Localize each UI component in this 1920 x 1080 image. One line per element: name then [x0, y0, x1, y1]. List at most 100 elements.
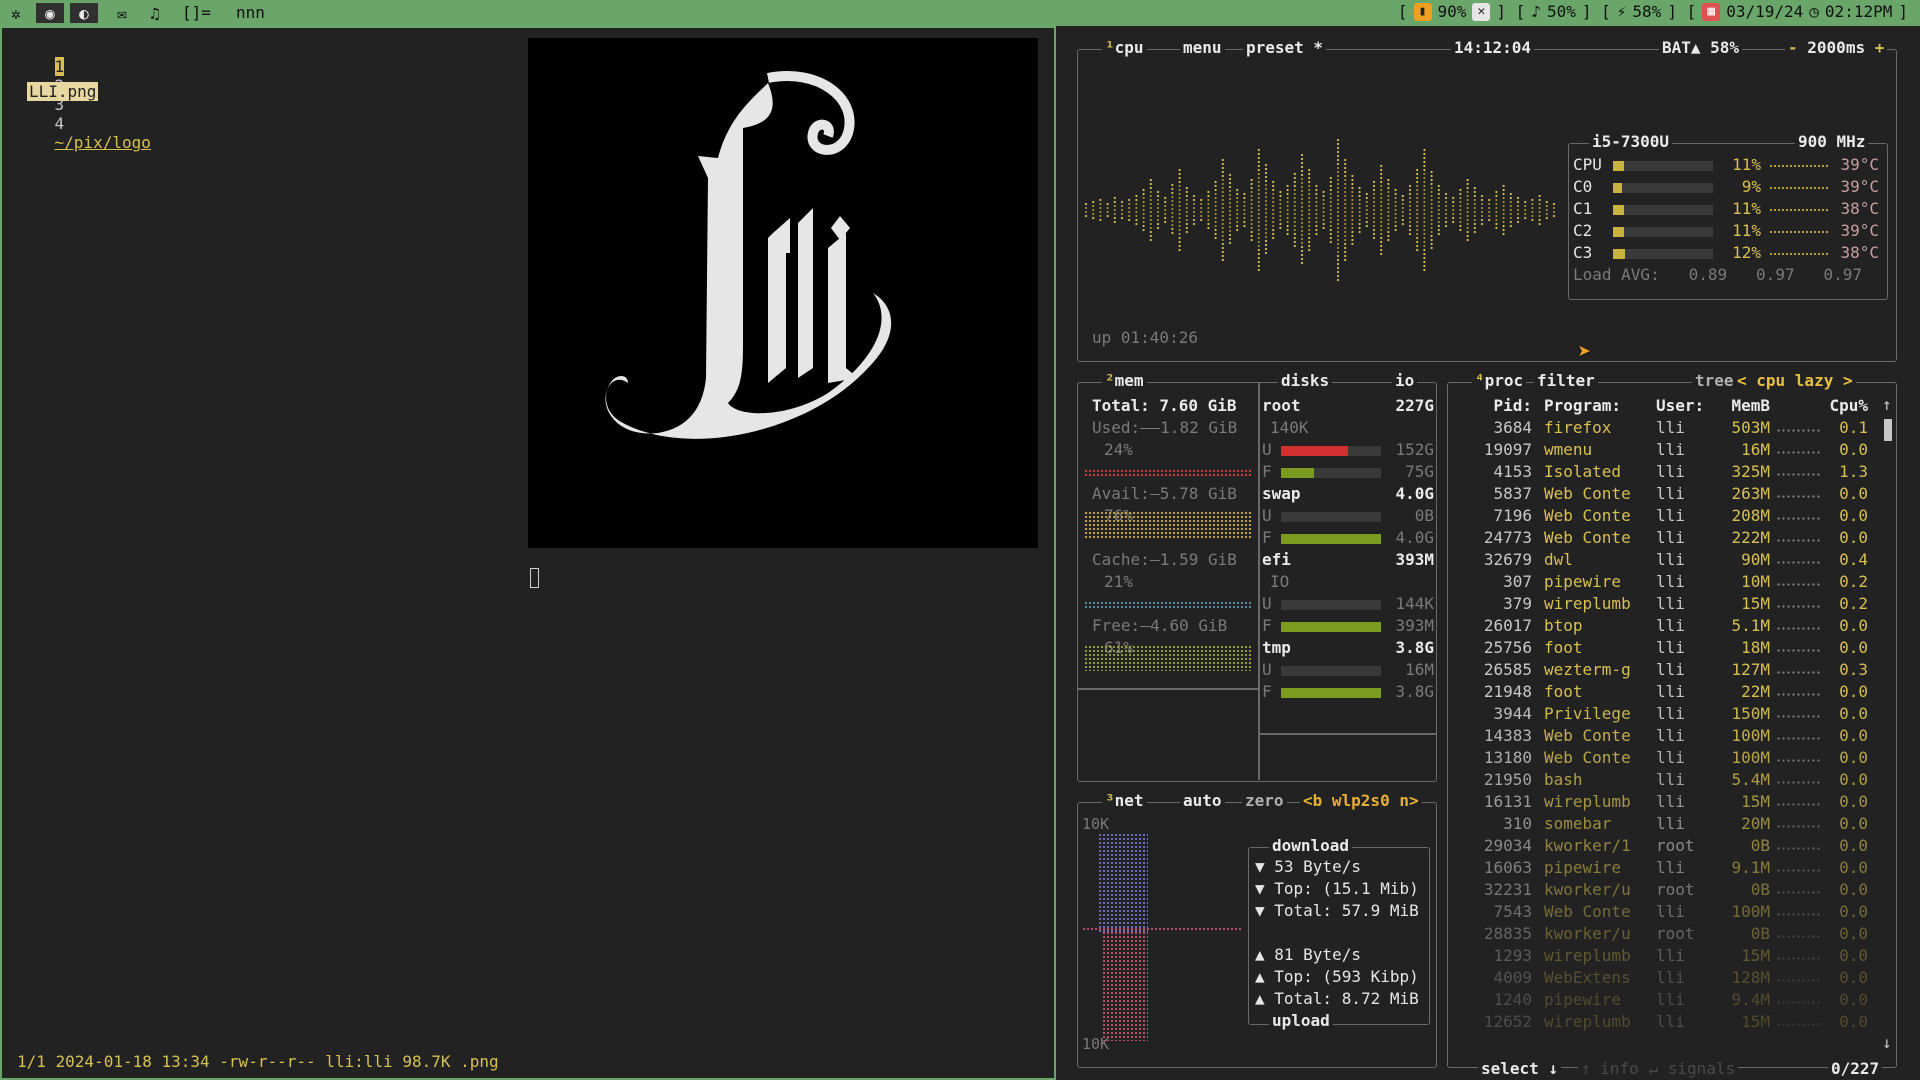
- interval-decrease[interactable]: -: [1788, 38, 1798, 57]
- proc-header-0[interactable]: Pid:: [1448, 395, 1532, 417]
- proc-sort[interactable]: < cpu lazy >: [1734, 371, 1856, 390]
- cpu-graph-dot: [1351, 206, 1354, 210]
- process-row[interactable]: 21948 foot lli 22M 0.0: [1448, 681, 1878, 703]
- scroll-down-icon[interactable]: ↓: [1882, 1033, 1892, 1052]
- process-row[interactable]: 32679 dwl lli 90M 0.4: [1448, 549, 1878, 571]
- process-row[interactable]: 12652 wireplumb lli 15M 0.0: [1448, 1011, 1878, 1033]
- process-row[interactable]: 16131 wireplumb lli 15M 0.0: [1448, 791, 1878, 813]
- music-icon[interactable]: ♫: [141, 3, 169, 23]
- preset-button[interactable]: preset *: [1243, 38, 1327, 57]
- process-row[interactable]: 32231 kworker/u root 0B 0.0: [1448, 879, 1878, 901]
- select-label[interactable]: select ↓: [1478, 1059, 1562, 1078]
- menu-button[interactable]: menu: [1180, 38, 1225, 57]
- proc-cell-2: root: [1656, 880, 1695, 899]
- cpu-graph-dot: [1293, 196, 1296, 200]
- interval-increase[interactable]: +: [1875, 38, 1885, 57]
- cpu-graph-dot: [1250, 238, 1253, 242]
- net-interface[interactable]: <b wlp2s0 n>: [1300, 791, 1422, 810]
- cpu-graph-dot: [1308, 172, 1311, 176]
- proc-header-4[interactable]: Cpu%: [1788, 395, 1868, 417]
- disk-free-value: 3.8G: [1395, 682, 1434, 701]
- process-row[interactable]: 4153 Isolated lli 325M 1.3: [1448, 461, 1878, 483]
- process-row[interactable]: 13180 Web Conte lli 100M 0.0: [1448, 747, 1878, 769]
- disk-free-bar: [1281, 533, 1382, 544]
- scroll-up-icon[interactable]: ↑: [1882, 395, 1892, 414]
- proc-header-1[interactable]: Program:: [1544, 395, 1654, 417]
- tag-firefox-icon[interactable]: ◐: [70, 3, 98, 23]
- info-signals[interactable]: ↑ info ↵ signals: [1578, 1059, 1739, 1078]
- cpu-graph-dot: [1192, 214, 1196, 218]
- process-row[interactable]: 21950 bash lli 5.4M 0.0: [1448, 769, 1878, 791]
- proc-cell-0: 16131: [1483, 792, 1532, 811]
- cpu-title[interactable]: cpu: [1115, 38, 1144, 57]
- settings-icon[interactable]: ✲: [2, 3, 30, 23]
- proc-tree[interactable]: tree: [1692, 371, 1737, 390]
- process-row[interactable]: 1240 pipewire lli 9.4M 0.0: [1448, 989, 1878, 1011]
- process-row[interactable]: 379 wireplumb lli 15M 0.2: [1448, 593, 1878, 615]
- cpu-graph-dot: [1257, 220, 1260, 224]
- cpu-graph-dot: [1221, 166, 1224, 170]
- disk-header: efi 393M: [1262, 549, 1434, 571]
- cpu-graph-dot: [1250, 186, 1253, 190]
- mail-icon[interactable]: ✉: [108, 3, 136, 23]
- cpu-graph-dot: [1113, 220, 1116, 224]
- process-row[interactable]: 5837 Web Conte lli 263M 0.0: [1448, 483, 1878, 505]
- nnn-window[interactable]: 1 2 3 4 ~/pix/logo LLI.png 1/1 2024-01-1…: [0, 26, 1056, 1080]
- cpu-graph-dot: [1257, 192, 1260, 196]
- cpu-graph-dot: [1516, 220, 1520, 224]
- net-title[interactable]: net: [1115, 791, 1144, 810]
- process-row[interactable]: 24773 Web Conte lli 222M 0.0: [1448, 527, 1878, 549]
- disks-title[interactable]: disks: [1278, 371, 1333, 390]
- cpu-graph-dot: [1423, 256, 1426, 260]
- process-row[interactable]: 28835 kworker/u root 0B 0.0: [1448, 923, 1878, 945]
- cpu-graph-dot: [1142, 204, 1145, 208]
- cpu-graph-dot: [1452, 220, 1455, 224]
- proc-header-2[interactable]: User:: [1656, 395, 1716, 417]
- cpu-graph-dot: [1221, 210, 1224, 214]
- proc-cell-3: 208M: [1731, 506, 1770, 525]
- cpu-graph-dot: [1128, 214, 1131, 218]
- cpu-graph-dot: [1437, 200, 1440, 204]
- process-row[interactable]: 4009 WebExtens lli 128M 0.0: [1448, 967, 1878, 989]
- proc-title[interactable]: proc: [1485, 371, 1524, 390]
- cpu-graph-dot: [1171, 203, 1174, 207]
- layout-indicator[interactable]: []=: [182, 3, 211, 22]
- cpu-graph-dot: [1164, 196, 1167, 200]
- cpu-graph-dot: [1178, 172, 1181, 176]
- proc-cell-4: 0.4: [1839, 550, 1868, 569]
- cpu-box: ¹cpu menu preset * 14:12:04 BAT▲ 58% - 2…: [1077, 38, 1897, 365]
- process-row[interactable]: 3684 firefox lli 503M 0.1: [1448, 417, 1878, 439]
- scrollbar-thumb[interactable]: [1884, 419, 1892, 441]
- process-row[interactable]: 7543 Web Conte lli 100M 0.0: [1448, 901, 1878, 923]
- process-row[interactable]: 26017 btop lli 5.1M 0.0: [1448, 615, 1878, 637]
- process-row[interactable]: 307 pipewire lli 10M 0.2: [1448, 571, 1878, 593]
- btop-window[interactable]: ¹cpu menu preset * 14:12:04 BAT▲ 58% - 2…: [1056, 26, 1920, 1080]
- context-4[interactable]: 4: [55, 114, 65, 133]
- file-entry[interactable]: LLI.png: [27, 82, 99, 101]
- process-row[interactable]: 7196 Web Conte lli 208M 0.0: [1448, 505, 1878, 527]
- process-row[interactable]: 19097 wmenu lli 16M 0.0: [1448, 439, 1878, 461]
- disk-name: swap: [1262, 484, 1301, 503]
- cpu-graph-dot: [1336, 202, 1340, 206]
- process-row[interactable]: 1293 wireplumb lli 15M 0.0: [1448, 945, 1878, 967]
- process-row[interactable]: 25756 foot lli 18M 0.0: [1448, 637, 1878, 659]
- io-toggle[interactable]: io: [1392, 371, 1418, 390]
- process-row[interactable]: 29034 kworker/1 root 0B 0.0: [1448, 835, 1878, 857]
- process-row[interactable]: 310 somebar lli 20M 0.0: [1448, 813, 1878, 835]
- cpu-graph-dot: [1387, 214, 1390, 218]
- cpu-graph-dot: [1135, 214, 1138, 218]
- context-1[interactable]: 1: [54, 57, 65, 76]
- process-row[interactable]: 3944 Privilege lli 150M 0.0: [1448, 703, 1878, 725]
- proc-cell-1: pipewire: [1544, 990, 1622, 1009]
- net-auto[interactable]: auto: [1180, 791, 1225, 810]
- tag-shield-icon[interactable]: ◉: [36, 3, 64, 23]
- mem-title[interactable]: mem: [1115, 371, 1144, 390]
- proc-header-3[interactable]: MemB: [1716, 395, 1770, 417]
- process-row[interactable]: 14383 Web Conte lli 100M 0.0: [1448, 725, 1878, 747]
- net-zero[interactable]: zero: [1242, 791, 1287, 810]
- cpu-graph-dot: [1336, 214, 1340, 218]
- cpu-graph-dot: [1473, 226, 1476, 230]
- process-row[interactable]: 26585 wezterm-g lli 127M 0.3: [1448, 659, 1878, 681]
- proc-filter[interactable]: filter: [1534, 371, 1598, 390]
- process-row[interactable]: 16063 pipewire lli 9.1M 0.0: [1448, 857, 1878, 879]
